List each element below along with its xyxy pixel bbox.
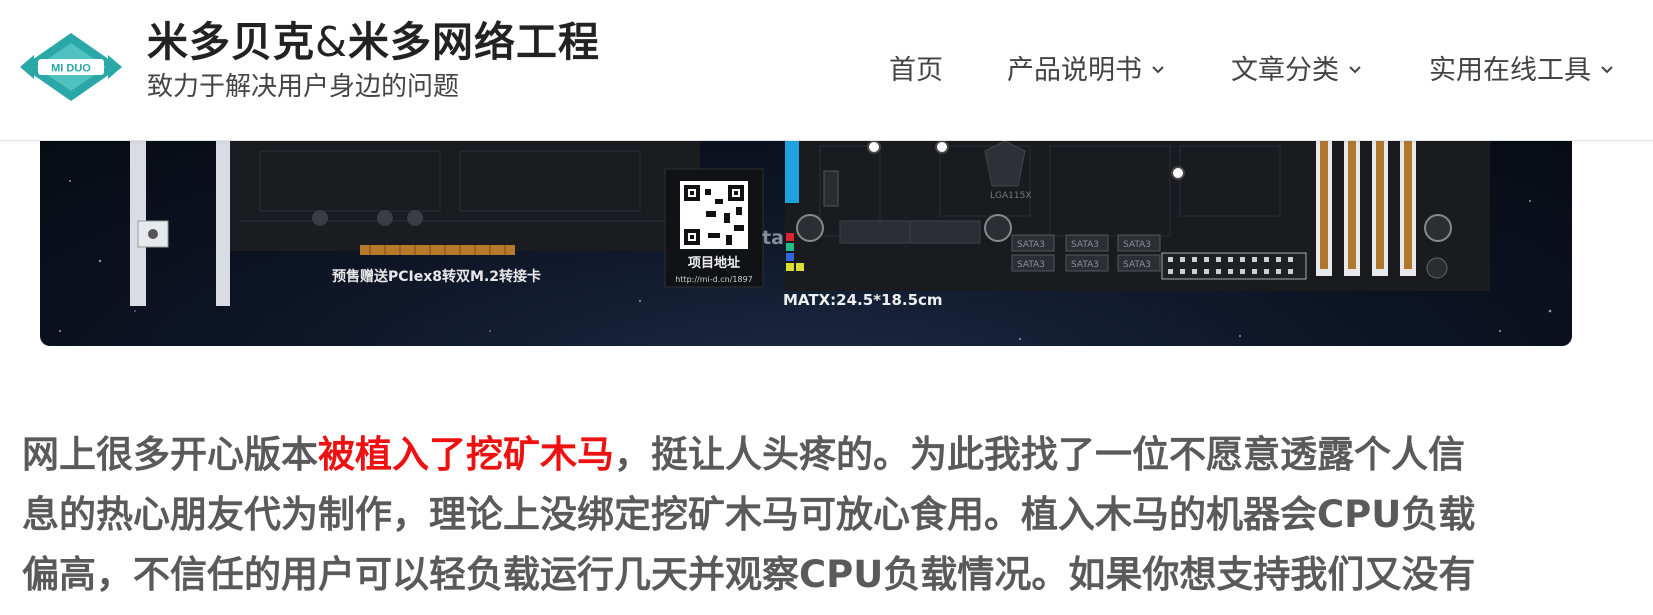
sata-label: SATA3: [1071, 260, 1099, 270]
site-title-part-b: 米多网络工程: [347, 18, 600, 66]
board-size-label: MATX:24.5*18.5cm: [783, 291, 943, 309]
socket-label: LGA115X: [990, 191, 1032, 201]
sata-label: SATA3: [1017, 260, 1045, 270]
chevron-down-icon: [1601, 65, 1613, 73]
nav-item-home[interactable]: 首页: [889, 48, 943, 87]
site-title[interactable]: 米多贝克&米多网络工程: [147, 8, 600, 68]
nav-item-tools[interactable]: 实用在线工具: [1429, 48, 1615, 87]
site-logo[interactable]: MI DUO: [20, 31, 122, 103]
article-text: ，挺让人头疼的。为此我找了一位不愿意透露个人信: [614, 433, 1465, 476]
article-line-3: 偏高，不信任的用户可以轻负载运行几天并观察CPU负载情况。如果你想支持我们又没有: [22, 553, 1476, 596]
site-title-amp: &: [315, 18, 348, 66]
motherboard-illustration: 预售赠送PCIex8转双M.2转接卡 项目地址 http://mi-d.cn/1…: [59, 141, 1552, 340]
qr-url: http://mi-d.cn/1897: [675, 275, 753, 284]
nav-item-categories[interactable]: 文章分类: [1231, 48, 1363, 87]
article-body: 网上很多开心版本被植入了挖矿木马，挺让人头疼的。为此我找了一位不愿意透露个人信 …: [22, 425, 1622, 605]
chevron-down-icon: [1349, 65, 1361, 73]
nav-item-label: 文章分类: [1231, 55, 1339, 86]
site-header: MI DUO 米多贝克&米多网络工程 致力于解决用户身边的问题 首页 产品说明书…: [0, 0, 1653, 141]
qr-caption: 项目地址: [688, 255, 740, 271]
adapter-caption: 预售赠送PCIex8转双M.2转接卡: [332, 268, 541, 285]
article-line-2: 息的热心朋友代为制作，理论上没绑定挖矿木马可放心食用。植入木马的机器会CPU负载: [22, 493, 1476, 536]
sata-label: SATA3: [1123, 260, 1151, 270]
article-text: 网上很多开心版本: [22, 433, 318, 476]
nav-item-manuals[interactable]: 产品说明书: [1007, 48, 1166, 87]
sata-label: SATA3: [1123, 240, 1151, 250]
nav-item-label: 首页: [889, 55, 943, 86]
logo-mark-icon: MI DUO: [20, 33, 122, 101]
site-title-part-a: 米多贝克: [147, 18, 315, 66]
chevron-down-icon: [1152, 65, 1164, 73]
nav-item-label: 实用在线工具: [1429, 55, 1591, 86]
logo-text: MI DUO: [51, 63, 91, 75]
site-tagline: 致力于解决用户身边的问题: [147, 72, 460, 102]
motherboard-banner-image: 预售赠送PCIex8转双M.2转接卡 项目地址 http://mi-d.cn/1…: [40, 141, 1572, 346]
article-line-1: 网上很多开心版本被植入了挖矿木马，挺让人头疼的。为此我找了一位不愿意透露个人信: [22, 425, 1622, 485]
sata-label: SATA3: [1017, 240, 1045, 250]
article-highlight: 被植入了挖矿木马: [318, 433, 614, 476]
sata-label: SATA3: [1071, 240, 1099, 250]
nav-item-label: 产品说明书: [1007, 55, 1142, 86]
